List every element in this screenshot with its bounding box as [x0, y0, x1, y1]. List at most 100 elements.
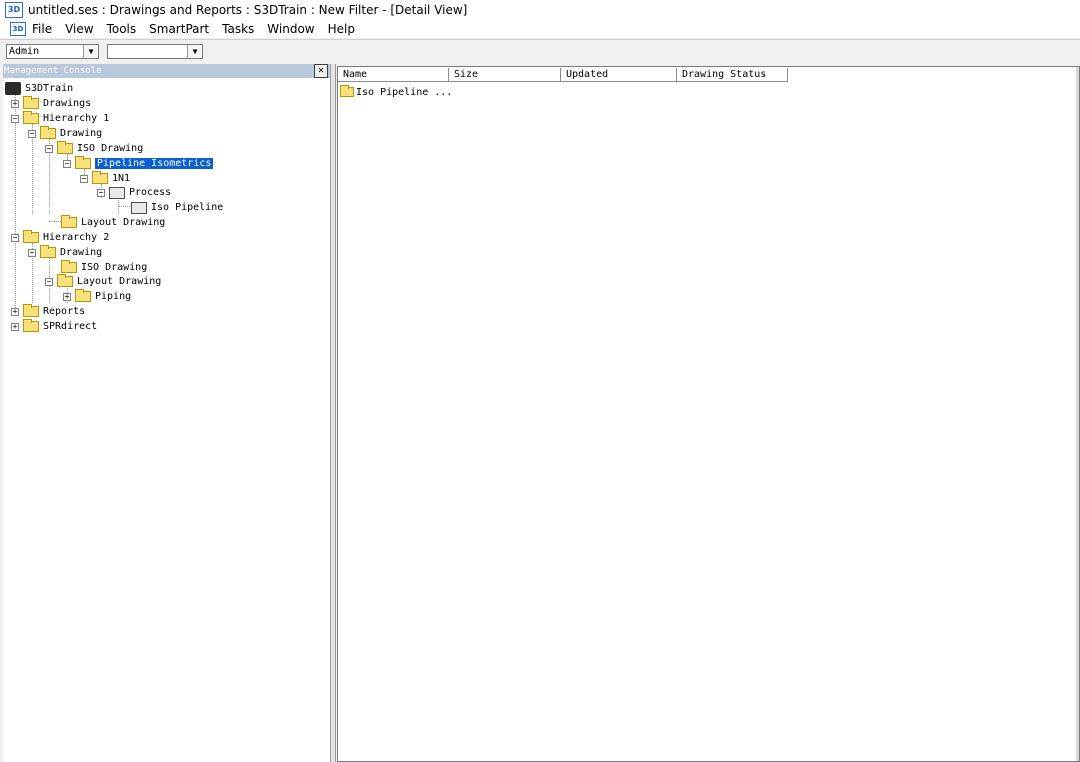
tree-node-iso-drawing[interactable]: − ISO Drawing: [45, 141, 143, 156]
tree-node-label: Drawings: [43, 98, 92, 109]
tree-connector: [118, 206, 130, 207]
column-header-size[interactable]: Size: [449, 68, 561, 82]
collapse-icon[interactable]: −: [97, 188, 105, 197]
folder-icon: [75, 289, 91, 302]
collapse-icon[interactable]: −: [11, 233, 19, 242]
tree-node-drawing[interactable]: − Drawing: [28, 126, 102, 141]
tree-node-drawings[interactable]: + Drawings: [11, 96, 91, 111]
folder-icon: [23, 111, 39, 124]
tree-connector: [49, 221, 61, 222]
list-item[interactable]: Iso Pipeline ...: [340, 85, 452, 99]
tree-node-piping[interactable]: + Piping: [63, 289, 131, 304]
tree-node-label-selected: Pipeline Isometrics: [95, 158, 214, 169]
collapse-icon[interactable]: −: [11, 114, 19, 123]
folder-icon: [23, 96, 39, 109]
folder-icon: [61, 215, 77, 228]
tree-node-hierarchy-2[interactable]: − Hierarchy 2: [11, 230, 109, 245]
panel-splitter[interactable]: [331, 64, 336, 762]
folder-icon: [57, 141, 73, 154]
expand-icon[interactable]: +: [11, 322, 19, 331]
tree-node-layout-drawing-2[interactable]: − Layout Drawing: [45, 274, 161, 289]
expand-icon[interactable]: +: [11, 307, 19, 316]
tree-node-label: Layout Drawing: [77, 276, 162, 287]
folder-icon: [40, 245, 56, 258]
tree-node-label: Hierarchy 2: [43, 232, 110, 243]
collapse-icon[interactable]: −: [28, 248, 36, 257]
tree-node-sprdirect[interactable]: + SPRdirect: [11, 319, 97, 334]
tree-node-reports[interactable]: + Reports: [11, 304, 85, 319]
tree-node-pipeline-isometrics[interactable]: − Pipeline Isometrics: [63, 156, 214, 171]
collapse-icon[interactable]: −: [80, 174, 88, 183]
menu-window[interactable]: Window: [267, 22, 314, 36]
app-icon: 3D: [5, 2, 23, 18]
tree-node-hierarchy-1[interactable]: − Hierarchy 1: [11, 111, 109, 126]
folder-icon: [340, 85, 354, 97]
folder-icon: [23, 319, 39, 332]
tree-node-label: SPRdirect: [43, 321, 98, 332]
pipeline-icon: [131, 201, 147, 214]
menu-tasks[interactable]: Tasks: [222, 22, 254, 36]
folder-icon: [57, 274, 73, 287]
collapse-icon[interactable]: −: [45, 277, 53, 286]
tree-node-1n1[interactable]: − 1N1: [80, 171, 130, 186]
tree-node-label: Drawing: [60, 247, 103, 258]
secondary-select[interactable]: ▼: [107, 44, 203, 59]
window-title: untitled.ses : Drawings and Reports : S3…: [28, 3, 468, 17]
chevron-down-icon[interactable]: ▼: [83, 45, 98, 58]
tree-node-process[interactable]: − Process: [97, 185, 171, 200]
menu-bar: 3D File View Tools SmartPart Tasks Windo…: [0, 20, 1080, 38]
menu-file[interactable]: File: [32, 22, 52, 36]
title-bar: 3D untitled.ses : Drawings and Reports :…: [0, 0, 1080, 20]
expand-icon[interactable]: +: [11, 99, 19, 108]
detail-view-panel: Name Size Updated Drawing Status Iso Pip…: [337, 66, 1080, 762]
scrollbar[interactable]: [1076, 67, 1079, 761]
tree-node-root[interactable]: S3DTrain: [5, 81, 73, 96]
list-item-name: Iso Pipeline ...: [356, 86, 453, 98]
column-header-name[interactable]: Name: [338, 68, 449, 82]
menu-smartpart[interactable]: SmartPart: [149, 22, 209, 36]
folder-icon: [23, 230, 39, 243]
tree-node-label: Process: [129, 187, 172, 198]
folder-icon: [61, 260, 77, 273]
toolbar: Admin ▼ ▼: [0, 39, 1080, 64]
tree-node-layout-drawing[interactable]: Layout Drawing: [61, 215, 165, 230]
expand-icon[interactable]: +: [63, 292, 71, 301]
panel-title: Management Console: [4, 66, 102, 76]
column-header-row: Name Size Updated Drawing Status: [338, 68, 1079, 82]
tree-node-iso-pipeline[interactable]: Iso Pipeline: [131, 200, 223, 215]
collapse-icon[interactable]: −: [45, 144, 53, 153]
tree-node-label: ISO Drawing: [77, 143, 144, 154]
close-icon[interactable]: ✕: [314, 64, 328, 78]
role-select-value: Admin: [9, 46, 40, 57]
tree-node-label: Reports: [43, 306, 86, 317]
tree-node-iso-drawing-2[interactable]: ISO Drawing: [61, 260, 147, 275]
folder-icon: [23, 304, 39, 317]
collapse-icon[interactable]: −: [63, 159, 71, 168]
collapse-icon[interactable]: −: [28, 129, 36, 138]
menu-tools[interactable]: Tools: [107, 22, 137, 36]
tree-node-drawing-2[interactable]: − Drawing: [28, 245, 102, 260]
tree-node-label: 1N1: [112, 173, 131, 184]
tree-node-label: Layout Drawing: [81, 217, 166, 228]
tree-node-label: S3DTrain: [25, 83, 74, 94]
tree-node-label: Iso Pipeline: [151, 202, 224, 213]
chevron-down-icon[interactable]: ▼: [187, 45, 202, 58]
management-console-panel: Management Console ✕ S3DTrain + Drawings…: [3, 64, 331, 762]
role-select[interactable]: Admin ▼: [6, 44, 99, 59]
tree-node-label: Drawing: [60, 128, 103, 139]
panel-title-bar: Management Console ✕: [3, 64, 330, 78]
column-header-updated[interactable]: Updated: [561, 68, 677, 82]
tree-node-label: Hierarchy 1: [43, 113, 110, 124]
menu-view[interactable]: View: [65, 22, 93, 36]
folder-icon: [75, 156, 91, 169]
column-header-drawing-status[interactable]: Drawing Status: [677, 68, 788, 82]
tree-node-label: ISO Drawing: [81, 262, 148, 273]
database-icon: [5, 82, 21, 95]
tree-node-label: Piping: [95, 291, 132, 302]
process-icon: [109, 186, 125, 199]
folder-icon: [92, 171, 108, 184]
document-icon[interactable]: 3D: [10, 22, 26, 36]
tree-view: S3DTrain + Drawings − Hierarchy 1 − Draw…: [3, 78, 330, 762]
menu-help[interactable]: Help: [328, 22, 355, 36]
folder-icon: [40, 126, 56, 139]
